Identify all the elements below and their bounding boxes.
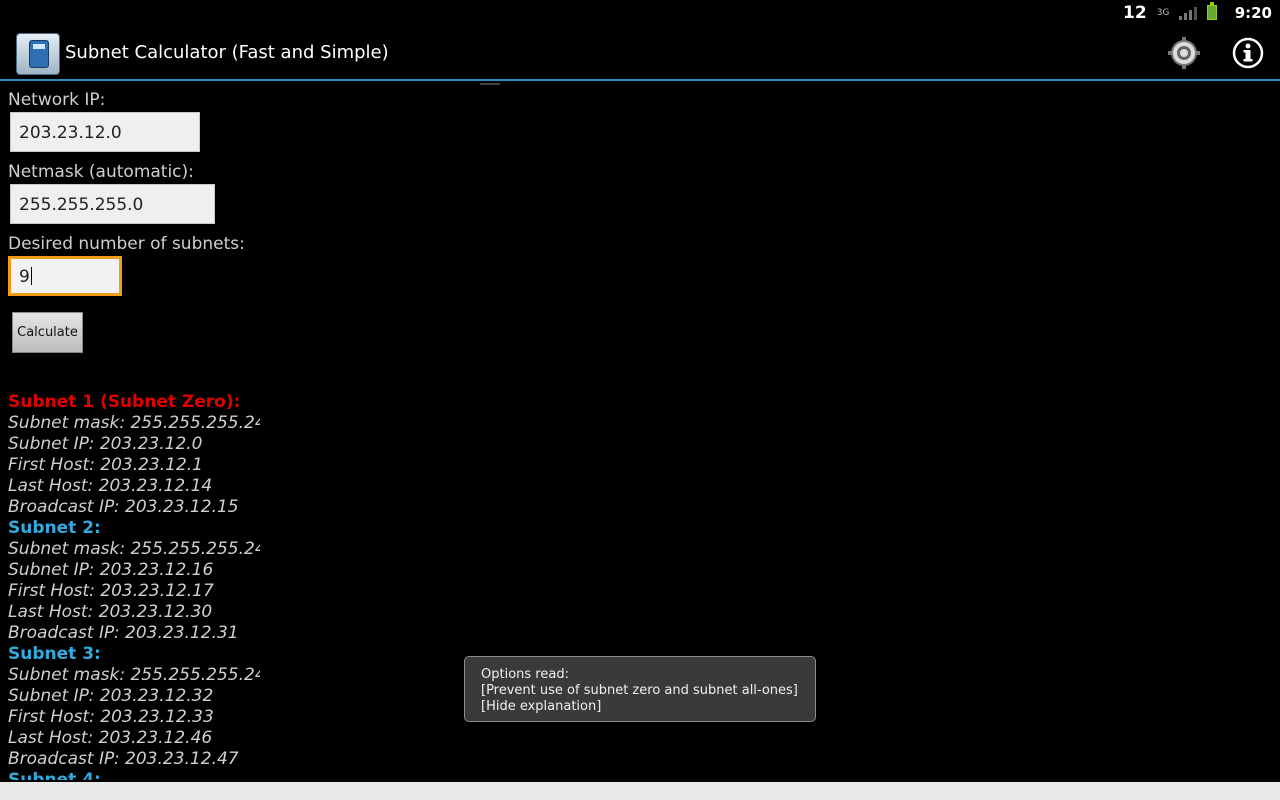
system-nav-bar [0, 782, 1280, 800]
subnet-detail-line: Last Host: 203.23.12.30 [8, 602, 213, 622]
toast-line-1: Options read: [481, 667, 569, 682]
clock: 9:20 [1234, 3, 1272, 22]
subnet-detail-line: First Host: 203.23.12.1 [8, 455, 203, 475]
subnet-detail-line: Subnet mask: 255.255.255.240 [8, 665, 260, 685]
text-cursor [30, 267, 32, 285]
subnets-count-input[interactable]: 9 [8, 256, 122, 296]
subnet-heading: Subnet 4: [8, 770, 101, 780]
subnet-detail-line: Subnet IP: 203.23.12.0 [8, 434, 203, 454]
action-bar: Subnet Calculator (Fast and Simple) [0, 25, 1280, 81]
subnet-detail-line: Subnet IP: 203.23.12.16 [8, 560, 214, 580]
info-icon[interactable] [1232, 37, 1264, 69]
notification-count: 12 [1123, 2, 1147, 23]
subnet-heading: Subnet 1 (Subnet Zero): [8, 392, 241, 412]
status-bar: 12 3G 9:20 [0, 0, 1280, 25]
subnets-label: Desired number of subnets: [8, 234, 245, 254]
subnet-detail-line: Subnet mask: 255.255.255.240 [8, 539, 260, 559]
toast-line-2: [Prevent use of subnet zero and subnet a… [481, 683, 798, 698]
app-title: Subnet Calculator (Fast and Simple) [65, 42, 389, 63]
subnet-detail-line: First Host: 203.23.12.17 [8, 581, 214, 601]
network-ip-label: Network IP: [8, 90, 106, 110]
subnet-detail-line: Subnet mask: 255.255.255.240 [8, 413, 260, 433]
battery-icon [1206, 2, 1217, 20]
network-ip-input[interactable]: 203.23.12.0 [10, 112, 200, 152]
subnet-detail-line: Last Host: 203.23.12.14 [8, 476, 213, 496]
subnet-detail-line: First Host: 203.23.12.33 [8, 707, 214, 727]
app-calculator-icon[interactable] [16, 33, 60, 75]
signal-strength-icon [1178, 6, 1197, 20]
subnet-heading: Subnet 2: [8, 518, 101, 538]
subnet-detail-line: Last Host: 203.23.12.46 [8, 728, 213, 748]
subnet-detail-line: Subnet IP: 203.23.12.32 [8, 686, 214, 706]
results-list: Subnet 1 (Subnet Zero): Subnet mask: 255.… [8, 392, 408, 780]
subnet-detail-line: Broadcast IP: 203.23.12.31 [8, 623, 239, 643]
subnets-count-value: 9 [19, 267, 30, 287]
netmask-input[interactable]: 255.255.255.0 [10, 184, 215, 224]
subnet-heading: Subnet 3: [8, 644, 101, 664]
settings-gear-icon[interactable] [1168, 37, 1200, 69]
network-type-icon: 3G [1156, 7, 1170, 18]
calculate-button[interactable]: Calculate [12, 312, 83, 353]
toast-line-3: [Hide explanation] [481, 699, 602, 714]
subnet-detail-line: Broadcast IP: 203.23.12.47 [8, 749, 239, 769]
status-icons: 12 3G 9:20 [1123, 0, 1272, 25]
options-toast: Options read: [Prevent use of subnet zer… [464, 656, 816, 722]
netmask-label: Netmask (automatic): [8, 162, 194, 182]
subnet-detail-line: Broadcast IP: 203.23.12.15 [8, 497, 239, 517]
